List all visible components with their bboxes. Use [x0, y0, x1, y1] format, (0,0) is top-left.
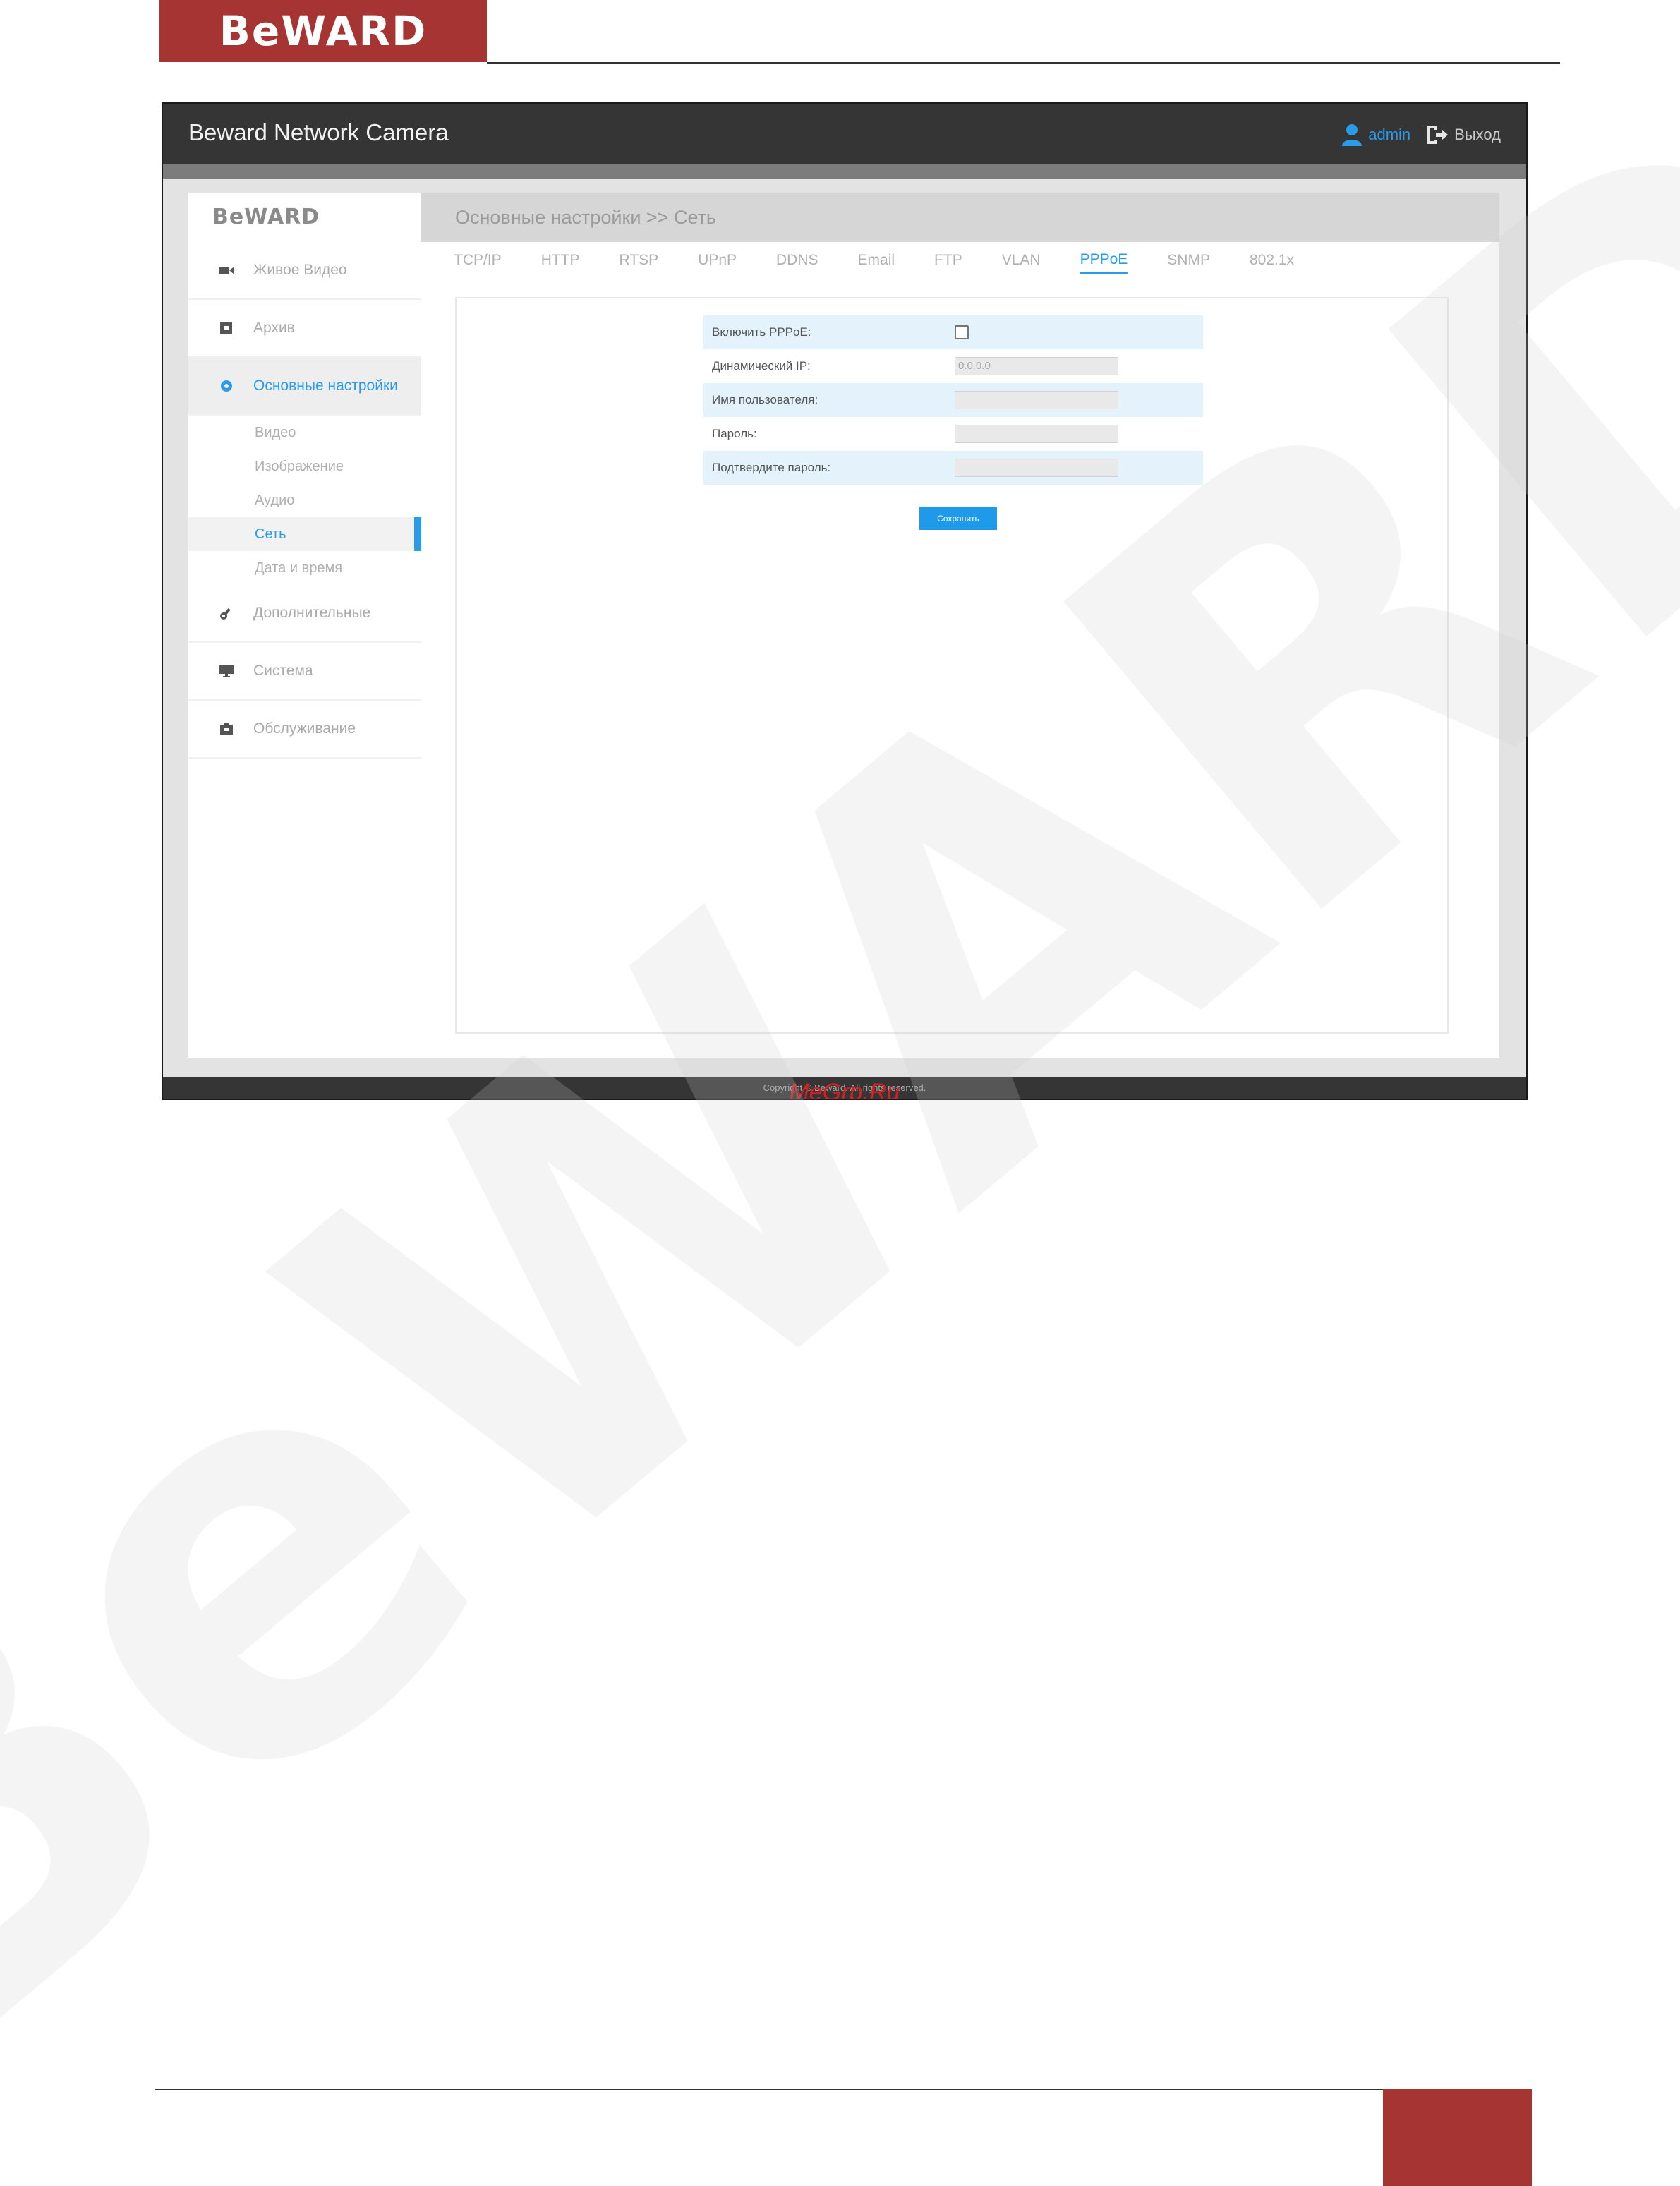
manual-header-rule — [487, 62, 1560, 64]
main-panel: Основные настройки >> Сеть TCP/IP HTTP R… — [421, 193, 1499, 1058]
maintenance-icon — [220, 723, 233, 735]
dynamic-ip-label: Динамический IP: — [712, 359, 811, 373]
sidebar-item-label: Основные настройки — [253, 378, 398, 394]
sidebar: BeWARD Живое Видео Архив Основные настро… — [188, 193, 421, 1058]
user-name-link[interactable]: admin — [1368, 126, 1410, 144]
tab-vlan[interactable]: VLAN — [1002, 252, 1041, 273]
archive-icon — [220, 322, 232, 334]
settings-icon — [221, 380, 232, 392]
tab-tcp-ip[interactable]: TCP/IP — [454, 252, 502, 273]
form-row-enable-pppoe: Включить PPPoE: — [703, 315, 1203, 349]
wrench-icon — [220, 608, 231, 620]
sidebar-subitem-audio[interactable]: Аудио — [188, 483, 421, 517]
confirm-password-label: Подтвердите пароль: — [712, 461, 831, 474]
tab-pppoe[interactable]: PPPoE — [1080, 251, 1128, 274]
form-row-dynamic-ip: Динамический IP: 0.0.0.0 — [703, 349, 1203, 383]
tab-ddns[interactable]: DDNS — [776, 252, 818, 273]
sidebar-item-label: Обслуживание — [253, 720, 356, 737]
user-area: admin Выход — [1341, 123, 1501, 146]
logout-link[interactable]: Выход — [1454, 126, 1501, 144]
sidebar-item-label: Система — [253, 663, 313, 679]
tab-802-1x[interactable]: 802.1x — [1250, 252, 1294, 273]
logout-icon[interactable] — [1426, 124, 1449, 145]
tab-upnp[interactable]: UPnP — [698, 252, 737, 273]
password-input[interactable] — [955, 425, 1118, 443]
network-tabs: TCP/IP HTTP RTSP UPnP DDNS Email FTP VLA… — [421, 242, 1499, 283]
sidebar-item-live-video[interactable]: Живое Видео — [188, 242, 421, 300]
breadcrumb: Основные настройки >> Сеть — [421, 193, 1499, 242]
tab-email[interactable]: Email — [858, 252, 895, 273]
username-label: Имя пользователя: — [712, 393, 818, 406]
form-row-username: Имя пользователя: — [703, 383, 1203, 417]
manual-header-logo: BeWARD — [159, 0, 487, 62]
confirm-password-input[interactable] — [955, 459, 1118, 477]
video-camera-icon — [219, 267, 234, 274]
pppoe-form: Включить PPPoE: Динамический IP: 0.0.0.0… — [703, 315, 1203, 485]
sidebar-item-system[interactable]: Система — [188, 643, 421, 701]
top-bar: Beward Network Camera admin Выход — [163, 104, 1526, 164]
tab-rtsp[interactable]: RTSP — [620, 252, 659, 273]
sidebar-subitem-date-time[interactable]: Дата и время — [188, 551, 421, 585]
sidebar-item-maintenance[interactable]: Обслуживание — [188, 701, 421, 759]
manual-logo-text: BeWARD — [219, 7, 428, 55]
sidebar-item-basic-settings[interactable]: Основные настройки — [188, 358, 421, 416]
form-row-confirm-password: Подтвердите пароль: — [703, 451, 1203, 485]
sidebar-subitem-video[interactable]: Видео — [188, 416, 421, 449]
manual-footer-rule — [155, 2089, 1383, 2090]
top-sub-bar — [163, 164, 1526, 179]
camera-web-ui-screenshot: Beward Network Camera admin Выход BeWARD… — [162, 102, 1528, 1100]
enable-pppoe-checkbox[interactable] — [955, 325, 969, 339]
username-input[interactable] — [955, 391, 1118, 409]
dynamic-ip-field: 0.0.0.0 — [955, 357, 1118, 375]
sidebar-item-label: Дополнительные — [253, 605, 371, 621]
manual-footer-block — [1383, 2089, 1532, 2186]
pppoe-settings-panel: Включить PPPoE: Динамический IP: 0.0.0.0… — [455, 297, 1449, 1034]
sidebar-item-archive[interactable]: Архив — [188, 300, 421, 358]
enable-pppoe-label: Включить PPPoE: — [712, 325, 811, 339]
sidebar-subitem-network[interactable]: Сеть — [188, 517, 421, 551]
tab-http[interactable]: HTTP — [541, 252, 580, 273]
form-row-password: Пароль: — [703, 417, 1203, 451]
app-title: Beward Network Camera — [188, 119, 449, 145]
save-button[interactable]: Сохранить — [919, 507, 997, 530]
sidebar-subitem-image[interactable]: Изображение — [188, 449, 421, 483]
password-label: Пароль: — [712, 427, 757, 440]
tab-ftp[interactable]: FTP — [934, 252, 962, 273]
monitor-icon — [219, 665, 234, 677]
sidebar-logo: BeWARD — [212, 205, 320, 229]
sidebar-item-label: Архив — [253, 320, 295, 336]
user-icon — [1342, 124, 1362, 146]
tab-snmp[interactable]: SNMP — [1167, 252, 1210, 273]
sidebar-item-label: Живое Видео — [253, 262, 347, 278]
sidebar-item-advanced[interactable]: Дополнительные — [188, 585, 421, 643]
site-watermark: MeGrp.Ru — [789, 1079, 900, 1100]
